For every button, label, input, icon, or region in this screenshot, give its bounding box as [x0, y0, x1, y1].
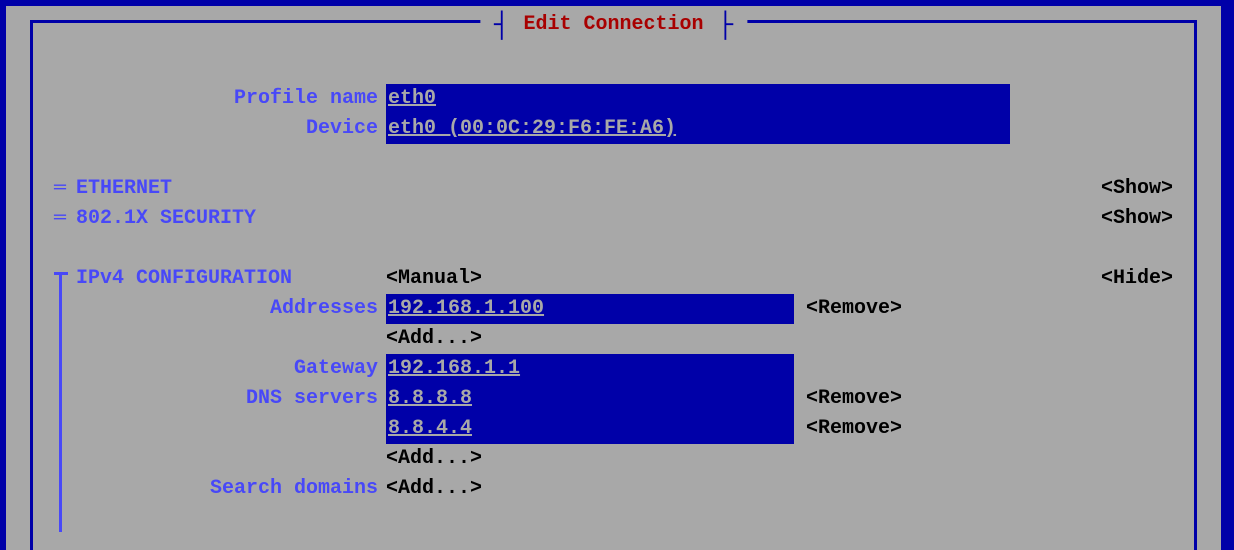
dialog-background: ┤ Edit Connection ├ Profile name eth0 De…: [6, 6, 1221, 550]
dns-input-1[interactable]: 8.8.4.4: [386, 414, 794, 444]
ipv4-tree-icon: [54, 264, 76, 294]
dialog-title: Edit Connection: [523, 13, 703, 36]
dns-remove-1[interactable]: <Remove>: [794, 414, 902, 444]
ethernet-show-button[interactable]: <Show>: [1101, 174, 1173, 204]
profile-name-label: Profile name: [54, 84, 386, 114]
address-input-0[interactable]: 192.168.1.100: [386, 294, 794, 324]
search-domains-label: Search domains: [76, 474, 386, 504]
device-input[interactable]: eth0 (00:0C:29:F6:FE:A6): [386, 114, 1010, 144]
title-bracket-right: ├: [718, 15, 734, 35]
form-content: Profile name eth0 Device eth0 (00:0C:29:…: [54, 84, 1173, 504]
device-label: Device: [54, 114, 386, 144]
ethernet-prefix: ═: [54, 174, 76, 204]
addresses-label: Addresses: [76, 294, 386, 324]
ethernet-section-label: ETHERNET: [76, 174, 172, 204]
address-remove-0[interactable]: <Remove>: [794, 294, 902, 324]
dns-input-0[interactable]: 8.8.8.8: [386, 384, 794, 414]
ipv4-config-label: IPv4 CONFIGURATION: [76, 264, 386, 294]
security-section-label: 802.1X SECURITY: [76, 204, 256, 234]
security-prefix: ═: [54, 204, 76, 234]
search-domains-add-button[interactable]: <Add...>: [386, 474, 482, 504]
dialog-title-wrap: ┤ Edit Connection ├: [480, 13, 747, 36]
gateway-input[interactable]: 192.168.1.1: [386, 354, 794, 384]
profile-name-input[interactable]: eth0: [386, 84, 1010, 114]
dns-label: DNS servers: [76, 384, 386, 414]
address-add-button[interactable]: <Add...>: [386, 324, 482, 354]
title-bracket-left: ┤: [494, 15, 510, 35]
ipv4-hide-button[interactable]: <Hide>: [1101, 264, 1173, 294]
gateway-label: Gateway: [76, 354, 386, 384]
ipv4-mode-select[interactable]: <Manual>: [386, 264, 482, 294]
dns-remove-0[interactable]: <Remove>: [794, 384, 902, 414]
dns-add-button[interactable]: <Add...>: [386, 444, 482, 474]
security-show-button[interactable]: <Show>: [1101, 204, 1173, 234]
